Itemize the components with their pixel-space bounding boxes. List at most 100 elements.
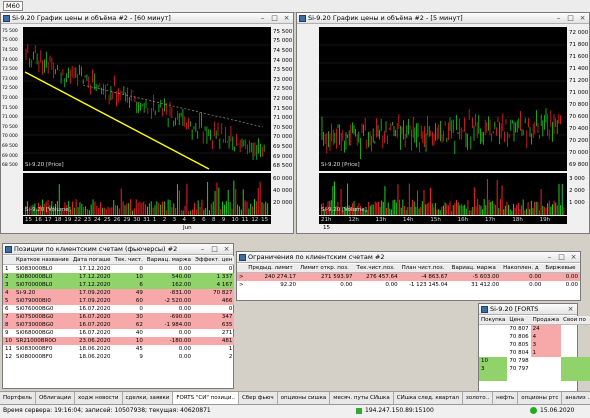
table-cell: 1 xyxy=(5,266,9,272)
volume-bar xyxy=(257,187,259,215)
column-header[interactable] xyxy=(237,264,247,273)
column-header[interactable]: Биржевые xyxy=(543,264,580,273)
table-cell: 10 xyxy=(135,274,143,280)
table-row[interactable]: 7 Si075000BG0 16.07.2020 30 -690.00 347 xyxy=(3,313,235,321)
column-header[interactable]: Тек.чист.поз. xyxy=(354,264,400,273)
column-header[interactable]: Вариац. маржа xyxy=(449,264,502,273)
date-tick: 30 xyxy=(133,217,141,223)
column-header[interactable]: Краткое название xyxy=(14,256,71,265)
date-tick: 25 xyxy=(103,217,111,223)
orderbook-cell xyxy=(531,373,562,381)
orderbook-row[interactable]: 10 70 798 xyxy=(479,357,590,365)
axis-tick-left: 74 500 xyxy=(2,48,18,53)
column-header[interactable]: Цена xyxy=(507,316,531,325)
volume-pane-60min[interactable]: Si-9.20 [Volume] xyxy=(23,173,271,215)
date-tick: 22 xyxy=(74,217,82,223)
column-header[interactable]: Свои по xyxy=(561,316,588,325)
table-row[interactable]: 1 SI083000BL0 17.12.2020 0 0.00 0 xyxy=(3,265,234,274)
axis-tick: 71 500 xyxy=(273,105,293,112)
table-row[interactable]: 4 Si-9.20 17.09.2020 49 -831.00 70 827 xyxy=(3,289,235,297)
table-row[interactable]: >240 274.17 271 593.97 276 457.64 -4 863.67… xyxy=(237,272,580,281)
column-header[interactable] xyxy=(3,256,14,265)
orderbook-row[interactable] xyxy=(479,373,590,381)
close-icon[interactable]: × xyxy=(221,244,232,254)
chart-window-5min-title: Si-9.20 График цены и объёма #2 - [5 мин… xyxy=(308,14,463,22)
volume-bar xyxy=(180,210,182,215)
date-tick: 14h xyxy=(403,217,414,223)
maximize-icon[interactable]: □ xyxy=(269,13,280,23)
volume-bar xyxy=(443,205,444,215)
orderbook-row[interactable]: 70 807 24 xyxy=(479,324,590,333)
table-cell: Si068000BG0 xyxy=(16,330,54,336)
chart-window-60min-titlebar[interactable]: Si-9.20 График цены и объёма #2 - [60 ми… xyxy=(1,13,293,24)
orderbook-cell xyxy=(507,373,530,381)
close-icon[interactable]: × xyxy=(281,13,292,23)
orderbook-row[interactable]: 70 806 4 xyxy=(479,333,590,341)
orderbook-row[interactable]: 70 805 3 xyxy=(479,341,590,349)
axis-tick-left: 75 500 xyxy=(2,28,18,34)
maximize-icon[interactable]: □ xyxy=(556,252,567,262)
volume-bar xyxy=(107,206,109,215)
axis-tick: 73 000 xyxy=(273,76,293,83)
orderbook-row[interactable]: 70 804 1 xyxy=(479,349,590,357)
table-cell: 11 xyxy=(5,346,12,352)
minimize-icon[interactable]: – xyxy=(257,13,268,23)
table-cell: 0.00 xyxy=(565,274,578,280)
table-row[interactable]: 2 Si080000BL0 17.12.2020 10 540.00 1 337 xyxy=(3,273,235,281)
maximize-icon[interactable]: □ xyxy=(209,244,220,254)
table-row[interactable]: 12 Si080000BF0 18.06.2020 9 0.00 2 xyxy=(3,353,234,361)
close-icon[interactable]: × xyxy=(568,252,579,262)
column-header[interactable]: Покупка xyxy=(479,316,508,325)
volume-bar xyxy=(384,186,386,215)
column-header[interactable]: Накоплен. д xyxy=(501,264,544,273)
axis-tick: 2 000 xyxy=(569,188,585,194)
minimize-icon[interactable]: – xyxy=(197,244,208,254)
date-tick: 16 xyxy=(34,217,42,223)
chart-window-5min-titlebar[interactable]: Si-9.20 График цены и объёма #2 - [5 мин… xyxy=(297,13,589,24)
table-cell: 0 xyxy=(228,306,233,312)
column-header[interactable]: Продажа xyxy=(530,316,562,325)
table-cell: 276 457.64 xyxy=(366,274,398,280)
limits-titlebar[interactable]: Ограничения по клиентским счетам #2 – □ × xyxy=(237,252,580,263)
column-header[interactable]: Лимит откр. поз. xyxy=(297,264,355,273)
orderbook-row[interactable]: 3 70 797 xyxy=(479,365,590,373)
maximize-icon[interactable]: □ xyxy=(565,13,576,23)
volume-bar xyxy=(512,203,514,215)
column-header[interactable]: Вариац. маржа xyxy=(144,256,194,265)
date-tick: 31 xyxy=(143,217,151,223)
table-row[interactable]: 8 Si073000BG0 16.07.2020 62 -1 984.00 635 xyxy=(3,321,235,329)
table-row[interactable]: 11 Si083000BF0 18.06.2020 45 0.00 1 xyxy=(3,345,234,353)
price-pane-60min[interactable]: Si-9.20 [Price] xyxy=(23,27,271,171)
close-icon[interactable]: × xyxy=(577,13,588,23)
volume-bar xyxy=(490,201,492,215)
table-row[interactable]: 10 SR21000BR0O 23.06.2020 10 -180.00 481 xyxy=(3,337,235,345)
volume-bar xyxy=(137,202,139,215)
volume-bar xyxy=(197,200,199,215)
table-row[interactable]: >92.20 0.00 0.00 -1 123 145.04 31 412.00 0.00… xyxy=(237,281,580,289)
volume-bar xyxy=(429,188,431,215)
column-header[interactable]: Тек. чист. xyxy=(112,256,145,265)
volume-bar xyxy=(216,182,218,215)
column-header[interactable]: Предыд. лимит xyxy=(246,264,298,273)
volume-pane-5min[interactable]: Si-9.20 [Volume] xyxy=(319,173,567,215)
volume-bar xyxy=(195,209,197,215)
positions-titlebar[interactable]: Позиции по клиентским счетам (фьючерсы) … xyxy=(3,244,233,255)
orderbook-cell: 70 806 xyxy=(509,334,529,340)
volume-bar xyxy=(382,201,384,215)
column-header[interactable]: Дата погаше xyxy=(70,256,113,265)
volume-bar xyxy=(402,199,404,215)
table-row[interactable]: 3 Si070000BL0 17.12.2020 6 162.00 4 167 xyxy=(3,281,235,289)
minimize-icon[interactable]: – xyxy=(553,13,564,23)
table-row[interactable]: 9 Si068000BG0 16.07.2020 40 0.00 271 xyxy=(3,329,234,337)
column-header[interactable]: Эффект. цен xyxy=(193,256,235,265)
column-header[interactable]: План чист.поз. xyxy=(399,264,450,273)
table-row[interactable]: 6 Si076000BG0 16.07.2020 0 0.00 0 xyxy=(3,305,234,313)
price-pane-5min[interactable]: Si-9.20 [Price] xyxy=(319,27,567,171)
close-icon[interactable]: × xyxy=(565,304,576,314)
table-row[interactable]: 5 Si079000BI0 17.09.2020 60 -2 520.00 466 xyxy=(3,297,235,305)
instrument-selector[interactable]: M60 xyxy=(3,1,23,11)
volume-bar xyxy=(553,200,555,215)
chart-window-5min: Si-9.20 График цены и объёма #2 - [5 мин… xyxy=(296,12,590,234)
minimize-icon[interactable]: – xyxy=(544,252,555,262)
orderbook-titlebar[interactable]: Si-9.20 [FORTS × xyxy=(479,304,577,315)
